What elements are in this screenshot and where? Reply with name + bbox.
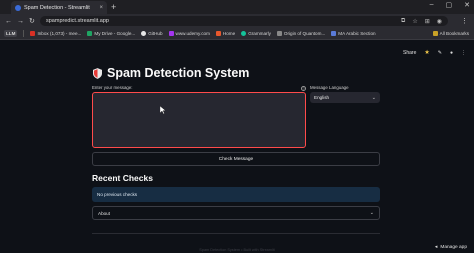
bookmark-inbox[interactable]: Inbox (1,073) - mee... bbox=[30, 31, 81, 36]
window-controls: – ▢ ✕ bbox=[430, 1, 470, 9]
language-select[interactable]: English ⌄ bbox=[310, 92, 380, 103]
forward-button[interactable]: → bbox=[17, 18, 24, 25]
streamlit-app: Share ★ ✎ ● ⋮ Spam Detection System Ente… bbox=[0, 40, 474, 253]
url-field[interactable]: spampredict.streamlit.app ⧉ ☆ ⊞ ◉ bbox=[40, 16, 448, 26]
gmail-icon bbox=[30, 31, 36, 36]
tab-close-icon[interactable]: × bbox=[99, 5, 103, 11]
manage-app-button[interactable]: ◂ Manage app bbox=[435, 245, 467, 250]
bookmark-star-icon[interactable]: ☆ bbox=[412, 18, 417, 25]
streamlit-header: Share ★ ✎ ● ⋮ bbox=[403, 49, 466, 57]
star-icon[interactable]: ★ bbox=[424, 49, 429, 56]
language-selected-value: English bbox=[314, 95, 330, 100]
address-bar: ← → ↻ spampredict.streamlit.app ⧉ ☆ ⊞ ◉ bbox=[0, 14, 474, 28]
maximize-button[interactable]: ▢ bbox=[446, 1, 453, 9]
reload-button[interactable]: ↻ bbox=[29, 17, 35, 25]
folder-icon bbox=[331, 31, 337, 36]
bookmark-home[interactable]: Home bbox=[215, 31, 235, 36]
manage-app-label: Manage app bbox=[440, 245, 467, 250]
back-button[interactable]: ← bbox=[5, 18, 12, 25]
chevron-left-icon: ◂ bbox=[434, 245, 438, 250]
about-expander[interactable]: About ⌄ bbox=[92, 206, 380, 220]
drive-icon bbox=[87, 31, 93, 36]
all-bookmarks[interactable]: All Bookmarks bbox=[432, 31, 469, 36]
extensions-icon[interactable]: ⊞ bbox=[425, 18, 430, 25]
profile-icon[interactable]: ◉ bbox=[437, 18, 442, 25]
page-icon bbox=[276, 31, 282, 36]
bookmarks-divider bbox=[23, 30, 25, 37]
help-icon[interactable]: ? bbox=[301, 86, 306, 91]
share-button[interactable]: Share bbox=[403, 50, 416, 56]
footer-text: Spam Detection System • Built with Strea… bbox=[199, 248, 275, 252]
omnibox-icons: ⧉ ☆ ⊞ ◉ bbox=[401, 18, 448, 25]
page-title-row: Spam Detection System bbox=[93, 66, 249, 80]
udemy-icon bbox=[168, 31, 174, 36]
edit-icon[interactable]: ✎ bbox=[438, 50, 442, 56]
tab-title: Spam Detection - Streamlit bbox=[24, 4, 90, 11]
shield-icon bbox=[93, 67, 102, 79]
bookmarks-bar: LLM Inbox (1,073) - mee... My Drive - Go… bbox=[0, 28, 474, 40]
minimize-button[interactable]: – bbox=[430, 1, 434, 9]
github-icon bbox=[141, 31, 147, 36]
bookmark-drive[interactable]: My Drive - Google... bbox=[87, 31, 135, 36]
new-tab-button[interactable]: + bbox=[111, 2, 116, 12]
bookmark-udemy[interactable]: www.udemy.com bbox=[168, 31, 210, 36]
message-input[interactable] bbox=[92, 92, 306, 148]
bookmark-grammarly[interactable]: Grammarly bbox=[241, 31, 271, 36]
chevron-down-icon: ⌄ bbox=[369, 210, 374, 216]
bookmark-github[interactable]: GitHub bbox=[141, 31, 163, 36]
chevron-down-icon: ⌄ bbox=[371, 94, 376, 101]
browser-tabbar: Spam Detection - Streamlit × + – ▢ ✕ bbox=[0, 0, 474, 14]
divider bbox=[92, 233, 380, 234]
url-text: spampredict.streamlit.app bbox=[46, 18, 109, 24]
bookmark-llm[interactable]: LLM bbox=[4, 30, 18, 37]
check-message-button[interactable]: Check Message bbox=[92, 152, 380, 166]
bookmarks-folder-icon bbox=[432, 31, 438, 36]
page-title: Spam Detection System bbox=[107, 66, 250, 80]
mouse-cursor-icon bbox=[160, 106, 166, 114]
browser-menu-icon[interactable]: ⋮ bbox=[461, 17, 468, 25]
browser-tab[interactable]: Spam Detection - Streamlit × bbox=[11, 1, 107, 14]
bookmark-origin[interactable]: Origin of Quantom... bbox=[276, 31, 325, 36]
app-menu-icon[interactable]: ⋮ bbox=[461, 50, 466, 56]
no-checks-info: No previous checks bbox=[92, 187, 380, 202]
home-icon bbox=[215, 31, 221, 36]
bookmark-arabic[interactable]: MA Arabic Section bbox=[331, 31, 376, 36]
about-label: About bbox=[98, 210, 111, 216]
message-label: Enter your message: bbox=[92, 85, 133, 90]
grammarly-icon bbox=[241, 31, 247, 36]
close-window-button[interactable]: ✕ bbox=[464, 1, 470, 9]
streamlit-favicon-icon bbox=[15, 4, 21, 11]
install-icon[interactable]: ⧉ bbox=[401, 18, 405, 25]
recent-checks-heading: Recent Checks bbox=[92, 173, 153, 183]
github-icon[interactable]: ● bbox=[450, 50, 453, 56]
language-label: Message Language bbox=[310, 85, 349, 90]
